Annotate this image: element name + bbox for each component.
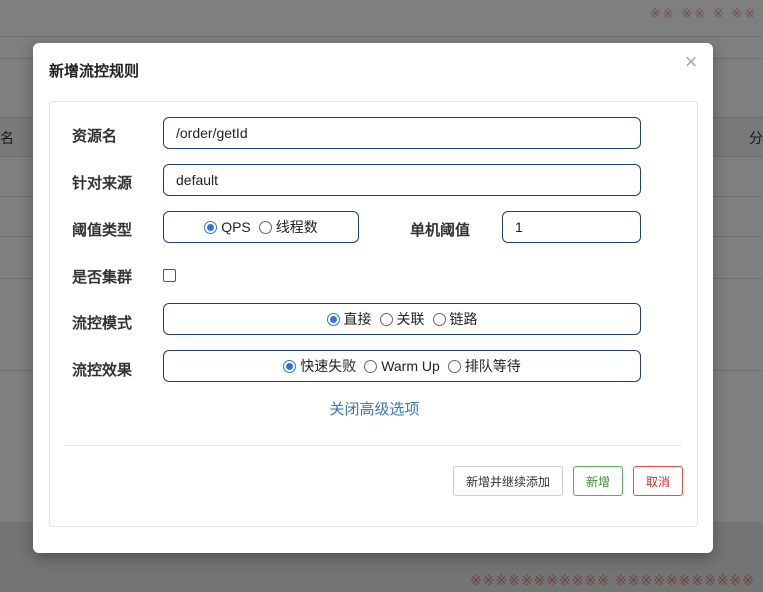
radio-queue-wait[interactable]: 排队等待: [447, 356, 521, 376]
radio-checked-icon[interactable]: [204, 220, 218, 234]
radio-unchecked-icon[interactable]: [364, 359, 378, 373]
source-label: 针对来源: [72, 175, 133, 192]
flow-effect-group: 快速失败 Warm Up 排队等待: [163, 350, 641, 382]
radio-qps[interactable]: QPS: [204, 219, 251, 235]
radio-thread-count[interactable]: 线程数: [258, 217, 318, 237]
radio-direct[interactable]: 直接: [326, 309, 372, 329]
radio-unchecked-icon[interactable]: [258, 220, 272, 234]
close-icon[interactable]: ×: [681, 51, 701, 73]
single-threshold-label: 单机阈值: [410, 222, 471, 239]
single-threshold-input[interactable]: 1: [502, 211, 641, 243]
radio-checked-icon[interactable]: [326, 312, 340, 326]
cluster-checkbox[interactable]: [163, 269, 176, 282]
radio-fast-fail[interactable]: 快速失败: [283, 356, 356, 376]
radio-unchecked-icon[interactable]: [447, 359, 461, 373]
radio-label: 快速失败: [300, 358, 357, 374]
cancel-button[interactable]: 取消: [633, 466, 683, 496]
radio-unchecked-icon[interactable]: [432, 312, 446, 326]
form-panel: 资源名 /order/getId 针对来源 default 阈值类型 QPS 线…: [49, 101, 698, 527]
add-and-continue-button[interactable]: 新增并继续添加: [453, 466, 563, 496]
flow-effect-label: 流控效果: [72, 362, 133, 379]
radio-warm-up[interactable]: Warm Up: [364, 358, 440, 374]
radio-label: Warm Up: [381, 358, 440, 374]
radio-label: 关联: [396, 311, 425, 327]
resource-input[interactable]: /order/getId: [163, 117, 641, 149]
radio-associate[interactable]: 关联: [379, 309, 425, 329]
radio-label: 链路: [449, 311, 478, 327]
add-flow-rule-dialog: 新增流控规则 × 资源名 /order/getId 针对来源 default 阈…: [33, 43, 713, 553]
radio-unchecked-icon[interactable]: [379, 312, 393, 326]
resource-label: 资源名: [72, 128, 118, 145]
radio-label: 直接: [343, 311, 372, 327]
radio-label: 线程数: [275, 219, 318, 235]
radio-label: 排队等待: [464, 358, 521, 374]
close-advanced-options-link[interactable]: 关闭高级选项: [50, 398, 699, 419]
footer-divider: [65, 445, 682, 446]
radio-label: QPS: [221, 219, 251, 235]
radio-chain[interactable]: 链路: [432, 309, 478, 329]
threshold-type-group: QPS 线程数: [163, 211, 359, 243]
add-button[interactable]: 新增: [573, 466, 623, 496]
radio-checked-icon[interactable]: [283, 359, 297, 373]
flow-mode-group: 直接 关联 链路: [163, 303, 641, 335]
threshold-type-label: 阈值类型: [72, 222, 133, 239]
flow-mode-label: 流控模式: [72, 315, 133, 332]
source-input[interactable]: default: [163, 164, 641, 196]
dialog-title: 新增流控规则: [49, 63, 140, 80]
cluster-label: 是否集群: [72, 269, 133, 286]
